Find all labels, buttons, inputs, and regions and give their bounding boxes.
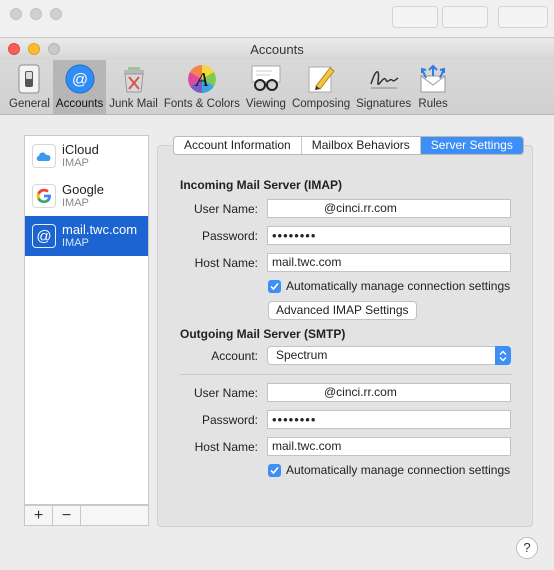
- toolbar-label: Composing: [291, 98, 351, 110]
- background-close-button[interactable]: [10, 8, 22, 20]
- background-window: [0, 0, 554, 40]
- tab-account-information[interactable]: Account Information: [174, 137, 302, 154]
- icloud-icon: [32, 144, 56, 168]
- toolbar-label: Fonts & Colors: [163, 98, 240, 110]
- background-toolbar-button[interactable]: [392, 6, 438, 28]
- incoming-user-name-label: User Name:: [193, 202, 258, 216]
- pencil-paper-icon: [305, 63, 337, 95]
- outgoing-account-popup[interactable]: Spectrum: [267, 346, 511, 365]
- toolbar-label: Rules: [418, 98, 448, 110]
- trash-bin-icon: [118, 63, 150, 95]
- background-minimize-button[interactable]: [30, 8, 42, 20]
- remove-account-button[interactable]: −: [53, 506, 81, 525]
- incoming-host-name-label: Host Name:: [194, 256, 258, 270]
- add-account-button[interactable]: +: [25, 506, 53, 525]
- incoming-user-name-field[interactable]: @cinci.rr.com: [267, 199, 511, 218]
- toolbar-label: Junk Mail: [109, 98, 158, 110]
- outgoing-account-label: Account:: [211, 349, 258, 363]
- tab-server-settings[interactable]: Server Settings: [420, 137, 523, 154]
- outgoing-server-heading: Outgoing Mail Server (SMTP): [180, 327, 346, 341]
- account-name: Google: [62, 182, 104, 197]
- at-sign-icon: @: [32, 224, 56, 248]
- account-type: IMAP: [62, 237, 89, 249]
- help-button[interactable]: ?: [516, 537, 538, 559]
- preferences-window: Accounts General @ Accounts Junk Mail A …: [0, 37, 554, 570]
- chevron-updown-icon: [495, 346, 511, 365]
- preferences-toolbar: General @ Accounts Junk Mail A Fonts & C…: [0, 60, 554, 115]
- background-toolbar-button[interactable]: [498, 6, 548, 28]
- color-wheel-font-icon: A: [186, 63, 218, 95]
- account-item-mail-twc[interactable]: @ mail.twc.com IMAP: [25, 216, 148, 256]
- incoming-server-heading: Incoming Mail Server (IMAP): [180, 178, 343, 192]
- toolbar-general[interactable]: General: [6, 60, 53, 115]
- incoming-password-field[interactable]: ••••••••: [267, 226, 511, 245]
- checkmark-icon: [268, 279, 281, 293]
- account-item-google[interactable]: Google IMAP: [25, 176, 148, 216]
- tab-mailbox-behaviors[interactable]: Mailbox Behaviors: [302, 137, 421, 154]
- envelope-arrows-icon: [417, 63, 449, 95]
- outgoing-user-name-value: @cinci.rr.com: [324, 385, 397, 399]
- toolbar-fonts-colors[interactable]: A Fonts & Colors: [161, 60, 243, 115]
- advanced-imap-settings-button[interactable]: Advanced IMAP Settings: [268, 301, 417, 320]
- general-switch-icon: [13, 63, 45, 95]
- outgoing-password-label: Password:: [201, 413, 258, 427]
- outgoing-account-value: Spectrum: [276, 348, 328, 362]
- toolbar-rules[interactable]: Rules: [414, 60, 452, 115]
- window-title: Accounts: [250, 42, 304, 57]
- outgoing-host-name-label: Host Name:: [194, 440, 258, 454]
- outgoing-host-name-field[interactable]: mail.twc.com: [267, 437, 511, 456]
- toolbar-junk-mail[interactable]: Junk Mail: [106, 60, 161, 115]
- toolbar-label: Viewing: [245, 98, 286, 110]
- account-name: iCloud: [62, 142, 99, 157]
- outgoing-password-field[interactable]: ••••••••: [267, 410, 511, 429]
- accounts-pane: iCloud IMAP Google IMAP @ mail.twc.com I…: [0, 116, 554, 570]
- background-zoom-button[interactable]: [50, 8, 62, 20]
- redacted-region: [272, 200, 324, 217]
- toolbar-signatures[interactable]: Signatures: [353, 60, 414, 115]
- outgoing-auto-manage-checkbox[interactable]: Automatically manage connection settings: [268, 463, 510, 477]
- section-divider: [180, 374, 512, 375]
- background-toolbar-button[interactable]: [442, 6, 488, 28]
- background-window-controls: [10, 8, 62, 20]
- signature-icon: [368, 63, 400, 95]
- at-sign-icon: @: [64, 63, 96, 95]
- account-item-icloud[interactable]: iCloud IMAP: [25, 136, 148, 176]
- incoming-password-label: Password:: [201, 229, 258, 243]
- settings-tabs: Account Information Mailbox Behaviors Se…: [173, 136, 524, 155]
- account-name: mail.twc.com: [62, 222, 138, 237]
- toolbar-composing[interactable]: Composing: [289, 60, 353, 115]
- incoming-user-name-value: @cinci.rr.com: [324, 201, 397, 215]
- svg-text:@: @: [71, 72, 87, 89]
- incoming-auto-manage-checkbox[interactable]: Automatically manage connection settings: [268, 279, 510, 293]
- incoming-auto-manage-label: Automatically manage connection settings: [286, 279, 511, 293]
- toolbar-viewing[interactable]: Viewing: [243, 60, 289, 115]
- account-type: IMAP: [62, 197, 89, 209]
- google-icon: [32, 184, 56, 208]
- title-bar: Accounts: [0, 38, 554, 60]
- outgoing-auto-manage-label: Automatically manage connection settings: [286, 463, 511, 477]
- toolbar-label: Accounts: [55, 98, 104, 110]
- toolbar-label: Signatures: [356, 98, 412, 110]
- toolbar-accounts[interactable]: @ Accounts: [52, 60, 107, 115]
- outgoing-user-name-field[interactable]: @cinci.rr.com: [267, 383, 511, 402]
- account-type: IMAP: [62, 157, 89, 169]
- glasses-icon: [250, 63, 282, 95]
- svg-text:A: A: [194, 69, 209, 91]
- incoming-host-name-field[interactable]: mail.twc.com: [267, 253, 511, 272]
- checkmark-icon: [268, 463, 281, 477]
- redacted-region: [272, 384, 324, 401]
- outgoing-user-name-label: User Name:: [193, 386, 258, 400]
- account-list[interactable]: iCloud IMAP Google IMAP @ mail.twc.com I…: [24, 135, 149, 505]
- account-list-footer: + −: [24, 505, 149, 526]
- toolbar-label: General: [9, 98, 50, 110]
